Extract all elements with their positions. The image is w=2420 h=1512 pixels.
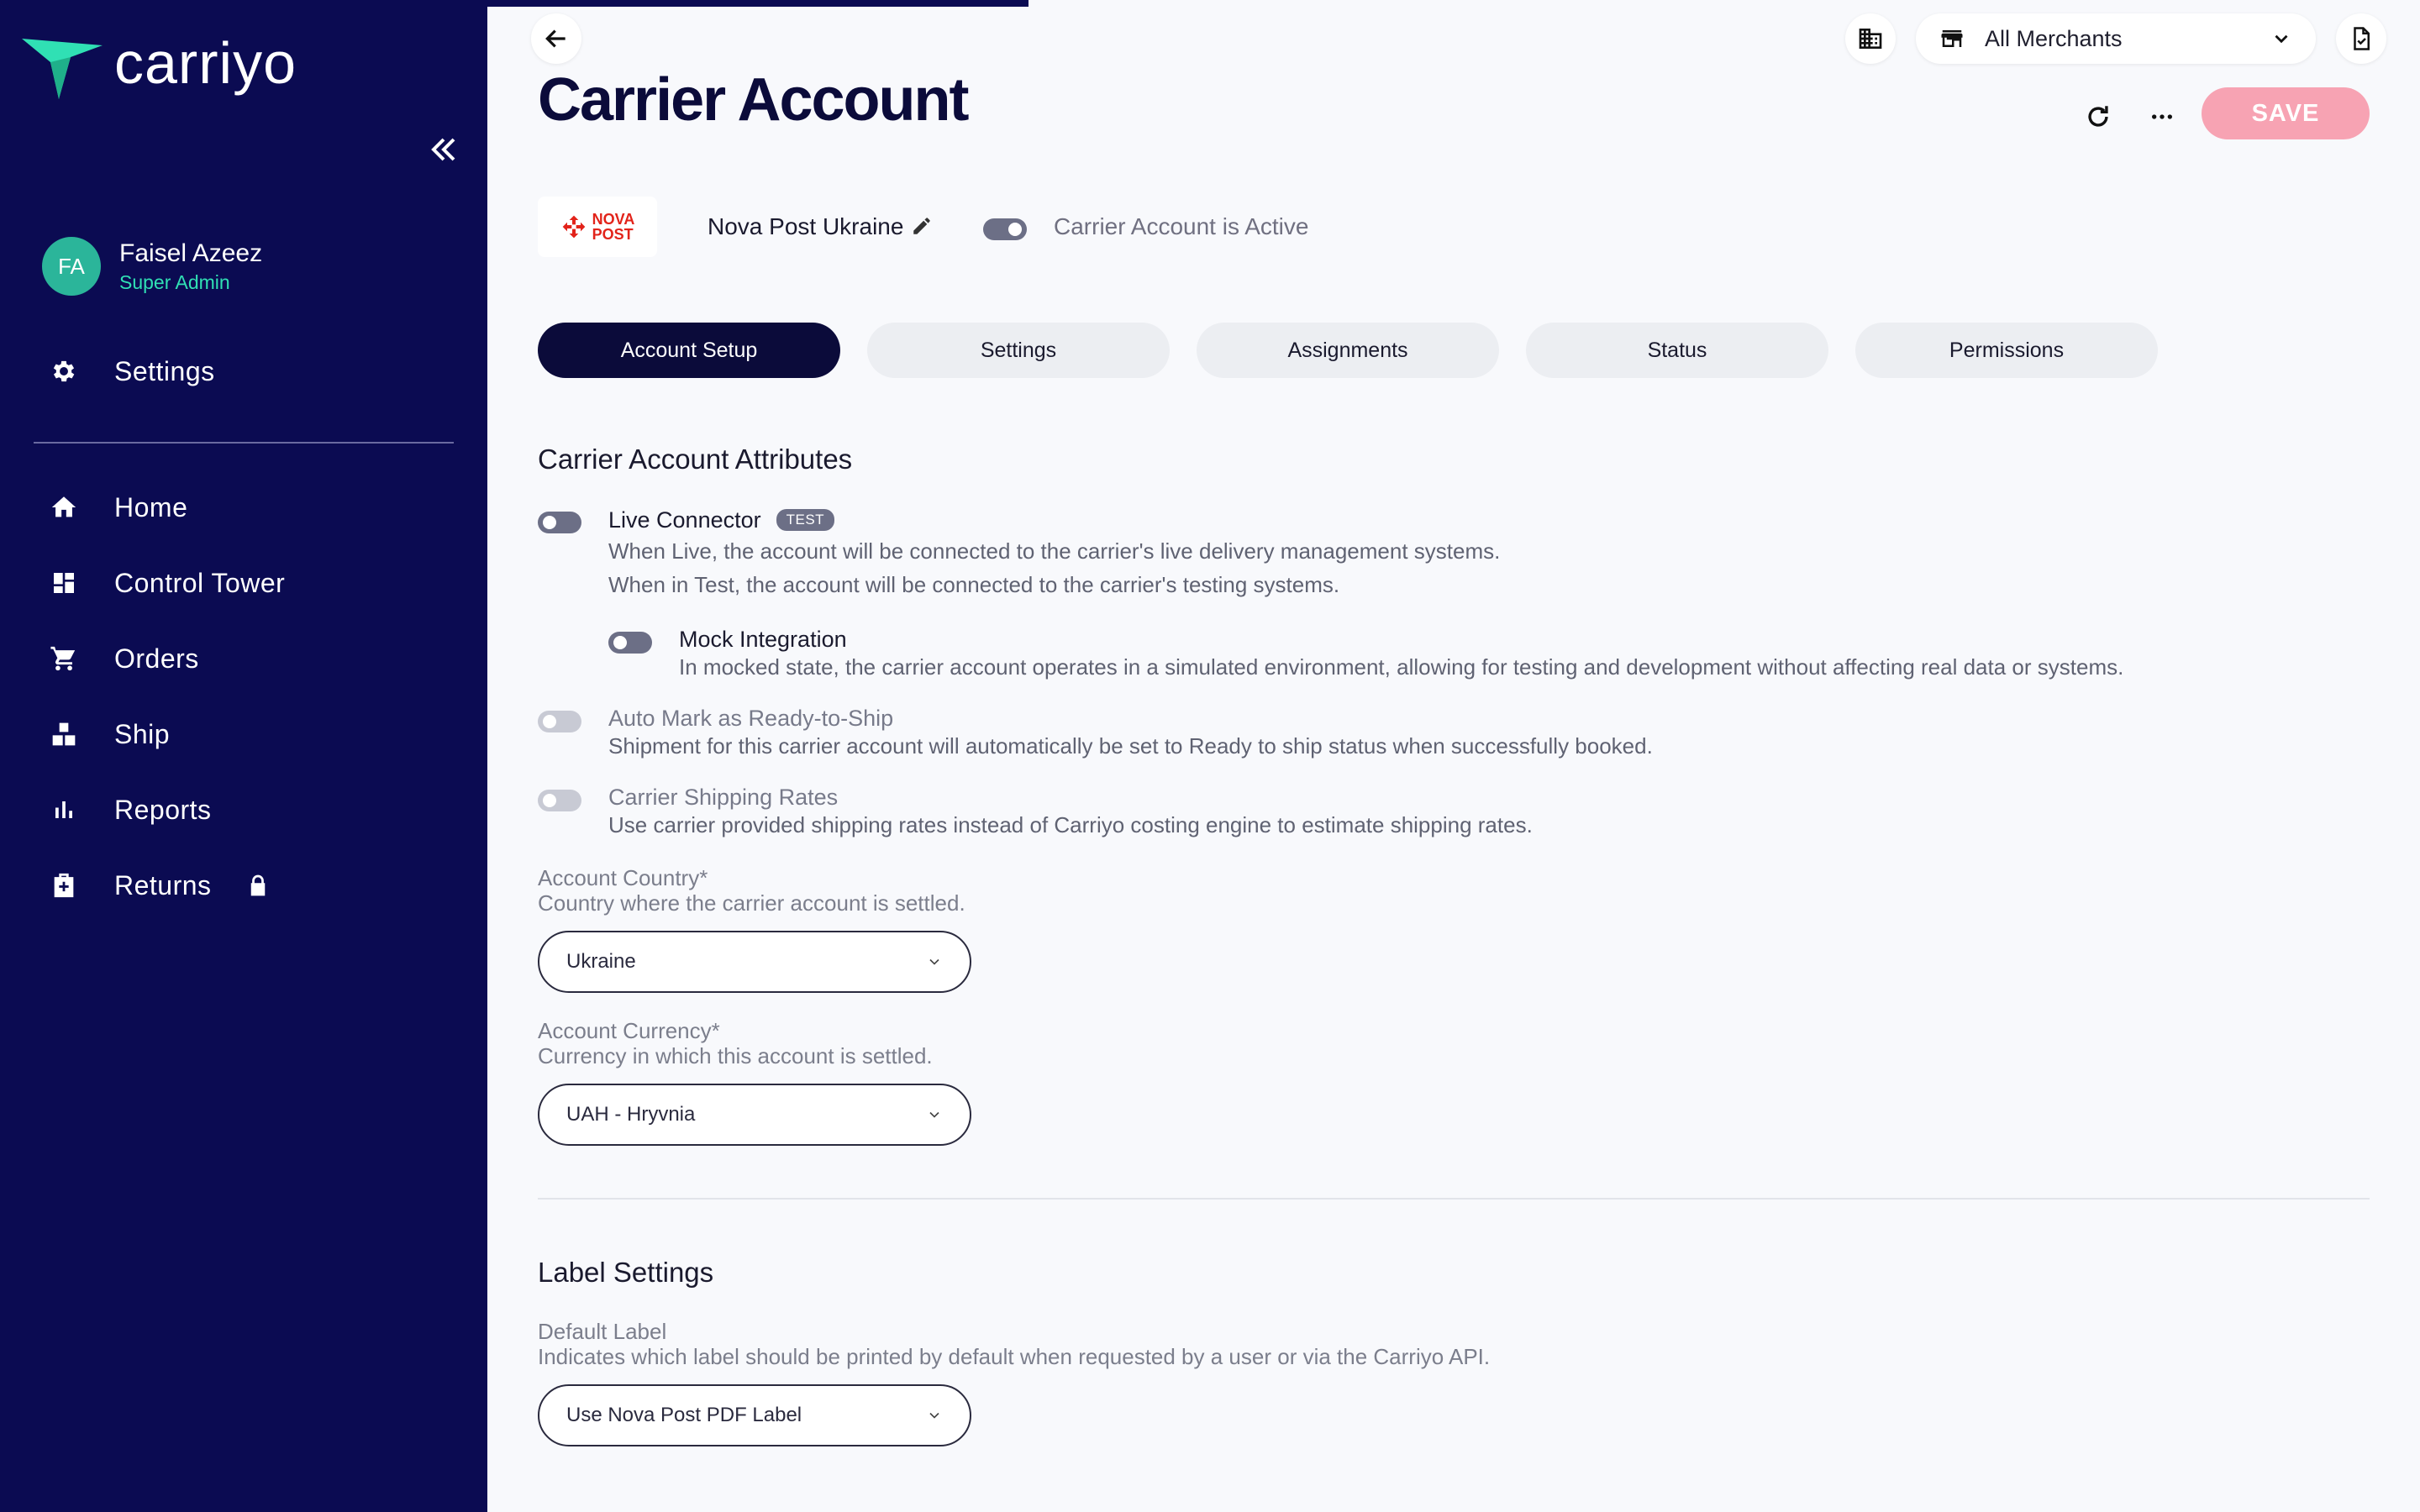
chevron-down-icon	[929, 1111, 939, 1118]
edit-icon[interactable]	[911, 215, 934, 239]
live-connector-desc-2: When in Test, the account will be connec…	[608, 572, 1340, 597]
default-label-desc: Indicates which label should be printed …	[538, 1344, 1491, 1369]
default-label-label: Default Label Indicates which label shou…	[538, 1319, 1490, 1369]
tab-account-setup[interactable]: Account Setup	[538, 323, 840, 378]
carrier-active-toggle[interactable]	[983, 218, 1027, 240]
carrier-logo: NOVA POST	[538, 197, 657, 257]
sidebar-item-reports[interactable]: Reports	[47, 793, 212, 827]
live-connector-label: Live Connector	[608, 507, 761, 533]
home-icon	[47, 491, 81, 524]
ship-icon	[47, 717, 81, 751]
mock-integration-title: Mock Integration	[679, 627, 847, 652]
building-icon	[1859, 29, 1882, 49]
tab-settings[interactable]: Settings	[867, 323, 1170, 378]
back-button[interactable]	[531, 13, 581, 64]
more-options-button[interactable]	[2141, 96, 2183, 138]
account-country-label: Account Country* Country where the carri…	[538, 865, 965, 916]
arrow-left-icon	[545, 29, 566, 48]
sidebar-item-control-tower[interactable]: Control Tower	[47, 566, 285, 600]
shipping-rates-toggle[interactable]	[538, 790, 581, 811]
organization-button[interactable]	[1845, 13, 1896, 64]
default-label-value: Use Nova Post PDF Label	[566, 1404, 802, 1426]
user-profile[interactable]: FA Faisel Azeez Super Admin	[42, 237, 262, 296]
account-currency-desc: Currency in which this account is settle…	[538, 1043, 933, 1068]
live-connector-desc-1: When Live, the account will be connected…	[608, 538, 1501, 564]
nova-post-logo-icon	[562, 215, 585, 239]
shipping-rates-description: Use carrier provided shipping rates inst…	[608, 812, 1533, 837]
sidebar: carriyo FA Faisel Azeez Super Admin Sett…	[0, 0, 487, 1512]
default-label-title: Default Label	[538, 1319, 667, 1344]
chevron-down-icon	[929, 1412, 939, 1419]
merchant-selector[interactable]: All Merchants	[1916, 13, 2316, 64]
logo-line-1: NOVA	[592, 211, 635, 228]
carriyo-logo[interactable]: carriyo	[22, 30, 297, 99]
account-currency-label: Account Currency* Currency in which this…	[538, 1018, 933, 1068]
carriyo-logo-icon	[22, 39, 103, 99]
sidebar-item-label: Ship	[114, 718, 171, 749]
section-title-attributes: Carrier Account Attributes	[538, 444, 853, 475]
sidebar-item-label: Settings	[114, 355, 215, 386]
sidebar-item-ship[interactable]: Ship	[47, 717, 170, 751]
page-title: Carrier Account	[538, 66, 969, 134]
account-country-desc: Country where the carrier account is set…	[538, 890, 965, 916]
refresh-button[interactable]	[2077, 96, 2119, 138]
gear-icon	[47, 354, 81, 388]
avatar: FA	[42, 237, 101, 296]
live-connector-description: When Live, the account will be connected…	[608, 534, 1500, 601]
mock-integration-toggle[interactable]	[608, 632, 652, 654]
chevron-down-icon	[929, 958, 939, 965]
tab-assignments[interactable]: Assignments	[1197, 323, 1499, 378]
sidebar-item-settings[interactable]: Settings	[47, 354, 215, 388]
auto-mark-toggle[interactable]	[538, 711, 581, 732]
sidebar-item-label: Control Tower	[114, 567, 286, 598]
account-country-value: Ukraine	[566, 950, 636, 973]
tab-permissions[interactable]: Permissions	[1855, 323, 2158, 378]
default-label-select[interactable]: Use Nova Post PDF Label	[538, 1384, 971, 1446]
account-country-select[interactable]: Ukraine	[538, 931, 971, 993]
sidebar-item-label: Returns	[114, 869, 212, 900]
document-button[interactable]	[2336, 13, 2386, 64]
logo-text: carriyo	[114, 30, 297, 96]
lock-icon	[249, 874, 267, 897]
save-button[interactable]: SAVE	[2202, 87, 2370, 139]
user-name: Faisel Azeez	[119, 239, 263, 267]
collapse-sidebar-icon[interactable]	[427, 133, 460, 166]
dashboard-icon	[47, 566, 81, 600]
carrier-name: Nova Post Ukraine	[708, 213, 904, 239]
sidebar-item-returns[interactable]: Returns	[47, 869, 267, 902]
live-connector-title: Live Connector TEST	[608, 507, 835, 533]
mock-integration-description: In mocked state, the carrier account ope…	[679, 654, 2124, 680]
sidebar-item-label: Home	[114, 491, 188, 522]
section-title-label-settings: Label Settings	[538, 1257, 714, 1288]
document-check-icon	[2354, 27, 2370, 50]
tab-status[interactable]: Status	[1526, 323, 1828, 378]
section-divider	[538, 1198, 2370, 1200]
test-badge: TEST	[776, 509, 835, 531]
account-currency-value: UAH - Hryvnia	[566, 1103, 696, 1126]
refresh-icon	[2088, 106, 2108, 127]
carrier-active-label: Carrier Account is Active	[1054, 213, 1309, 239]
account-currency-select[interactable]: UAH - Hryvnia	[538, 1084, 971, 1146]
sidebar-item-label: Orders	[114, 643, 199, 674]
bar-chart-icon	[47, 793, 81, 827]
cart-icon	[47, 642, 81, 675]
merchant-selector-label: All Merchants	[1985, 25, 2123, 51]
auto-mark-title: Auto Mark as Ready-to-Ship	[608, 706, 894, 731]
account-currency-title: Account Currency*	[538, 1018, 720, 1043]
sidebar-item-label: Reports	[114, 794, 212, 825]
live-connector-toggle[interactable]	[538, 512, 581, 533]
chevron-down-icon	[2275, 34, 2288, 44]
sidebar-item-home[interactable]: Home	[47, 491, 187, 524]
account-country-title: Account Country*	[538, 865, 708, 890]
loading-progress-bar	[487, 0, 1028, 7]
sidebar-divider	[34, 442, 454, 444]
returns-icon	[47, 869, 81, 902]
store-icon	[1941, 30, 1963, 47]
shipping-rates-title: Carrier Shipping Rates	[608, 785, 839, 810]
user-role: Super Admin	[119, 270, 230, 293]
logo-line-2: POST	[592, 226, 634, 243]
more-horizontal-icon	[2152, 114, 2172, 119]
sidebar-item-orders[interactable]: Orders	[47, 642, 199, 675]
auto-mark-description: Shipment for this carrier account will a…	[608, 733, 1653, 759]
